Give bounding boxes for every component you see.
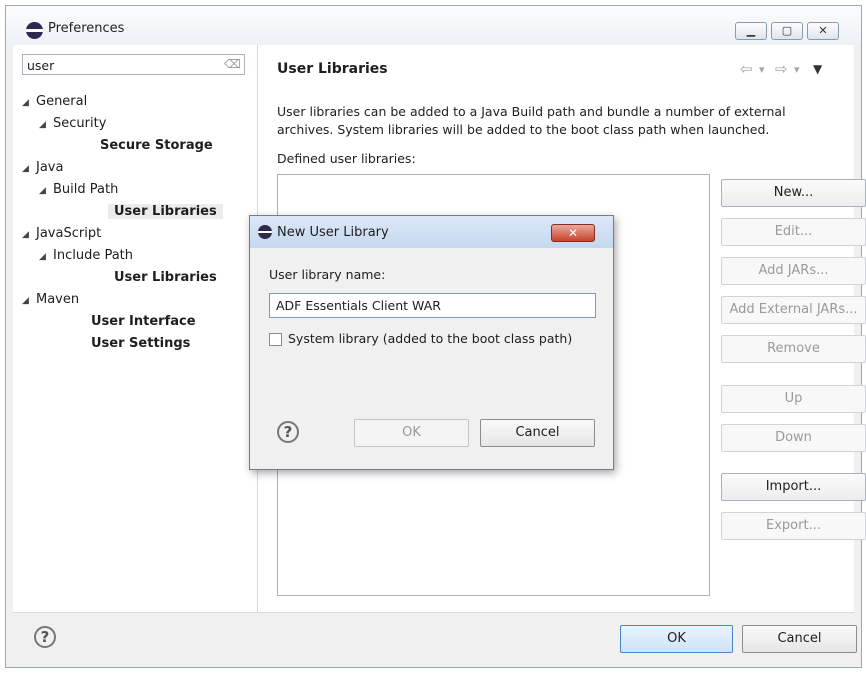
tree-item-maven[interactable]: ◢ Maven (22, 292, 79, 307)
dialog-cancel-button[interactable]: Cancel (480, 419, 595, 447)
filter-input[interactable]: user ⌫ (22, 54, 245, 75)
back-dropdown-icon[interactable]: ▾ (759, 63, 765, 76)
tree-item-label: Java (36, 160, 64, 175)
export-button[interactable]: Export... (721, 512, 866, 540)
dialog-close-button[interactable]: ✕ (551, 224, 595, 242)
add-jars-button[interactable]: Add JARs... (721, 257, 866, 285)
expand-arrow-icon[interactable]: ◢ (22, 296, 36, 306)
dialog-title-bar[interactable]: New User Library ✕ (250, 216, 613, 248)
new-button[interactable]: New... (721, 179, 866, 207)
tree-item-label: Security (53, 116, 107, 131)
library-name-label: User library name: (269, 267, 386, 282)
maximize-button[interactable]: ▢ (771, 22, 803, 40)
eclipse-icon (26, 22, 43, 39)
tree-item-label: General (36, 94, 88, 109)
tree-item-java[interactable]: ◢ Java (22, 160, 63, 175)
close-button[interactable]: ✕ (807, 22, 839, 40)
dialog-footer: ? OK Cancel (13, 612, 857, 665)
expand-arrow-icon[interactable]: ◢ (39, 120, 53, 130)
page-description: User libraries can be added to a Java Bu… (277, 104, 786, 137)
tree-item-general[interactable]: ◢ General (22, 94, 87, 109)
ok-button[interactable]: OK (620, 625, 733, 653)
help-icon[interactable]: ? (34, 626, 56, 648)
minimize-button[interactable]: ▁ (735, 22, 767, 40)
library-name-input[interactable]: ADF Essentials Client WAR (269, 293, 596, 318)
import-button[interactable]: Import... (721, 473, 866, 501)
tree-item-label: Maven (36, 292, 80, 307)
tree-item-secure-storage[interactable]: Secure Storage (100, 138, 213, 153)
dialog-help-icon[interactable]: ? (277, 421, 299, 443)
eclipse-icon (258, 225, 272, 239)
expand-arrow-icon[interactable]: ◢ (39, 186, 53, 196)
clear-filter-icon[interactable]: ⌫ (224, 57, 241, 71)
expand-arrow-icon[interactable]: ◢ (39, 252, 53, 262)
up-button[interactable]: Up (721, 385, 866, 413)
dialog-title: New User Library (277, 225, 389, 240)
tree-item-label: Build Path (53, 182, 119, 197)
edit-button[interactable]: Edit... (721, 218, 866, 246)
forward-arrow-icon[interactable]: ⇨ (775, 60, 788, 78)
window-title: Preferences (48, 21, 125, 36)
page-title: User Libraries (277, 61, 388, 77)
tree-item-include-path[interactable]: ◢ Include Path (39, 248, 133, 263)
forward-dropdown-icon[interactable]: ▾ (794, 63, 800, 76)
expand-arrow-icon[interactable]: ◢ (22, 98, 36, 108)
tree-item-js-user-libraries[interactable]: User Libraries (114, 270, 217, 285)
tree-item-security[interactable]: ◢ Security (39, 116, 106, 131)
back-arrow-icon[interactable]: ⇦ (740, 60, 753, 78)
new-user-library-dialog: New User Library ✕ User library name: AD… (249, 215, 614, 470)
expand-arrow-icon[interactable]: ◢ (22, 164, 36, 174)
tree-item-user-interface[interactable]: User Interface (91, 314, 196, 329)
tree-item-java-user-libraries[interactable]: User Libraries (108, 204, 223, 219)
tree-item-label: Include Path (53, 248, 134, 263)
tree-item-user-settings[interactable]: User Settings (91, 336, 190, 351)
tree-item-javascript[interactable]: ◢ JavaScript (22, 226, 101, 241)
system-library-checkbox[interactable] (269, 333, 282, 346)
expand-arrow-icon[interactable]: ◢ (22, 230, 36, 240)
tree-item-build-path[interactable]: ◢ Build Path (39, 182, 118, 197)
add-external-jars-button[interactable]: Add External JARs... (721, 296, 866, 324)
down-button[interactable]: Down (721, 424, 866, 452)
cancel-button[interactable]: Cancel (742, 625, 857, 653)
dialog-ok-button[interactable]: OK (354, 419, 469, 447)
preference-tree-panel: user ⌫ ◢ General ◢ Security Secure Storage… (13, 45, 258, 612)
tree-item-label: JavaScript (36, 226, 102, 241)
system-library-label[interactable]: System library (added to the boot class … (288, 331, 572, 346)
defined-libraries-label: Defined user libraries: (277, 151, 416, 166)
filter-value: user (27, 58, 55, 73)
view-menu-icon[interactable]: ▼ (813, 62, 822, 76)
title-bar[interactable]: Preferences ▁ ▢ ✕ (6, 6, 861, 45)
remove-button[interactable]: Remove (721, 335, 866, 363)
